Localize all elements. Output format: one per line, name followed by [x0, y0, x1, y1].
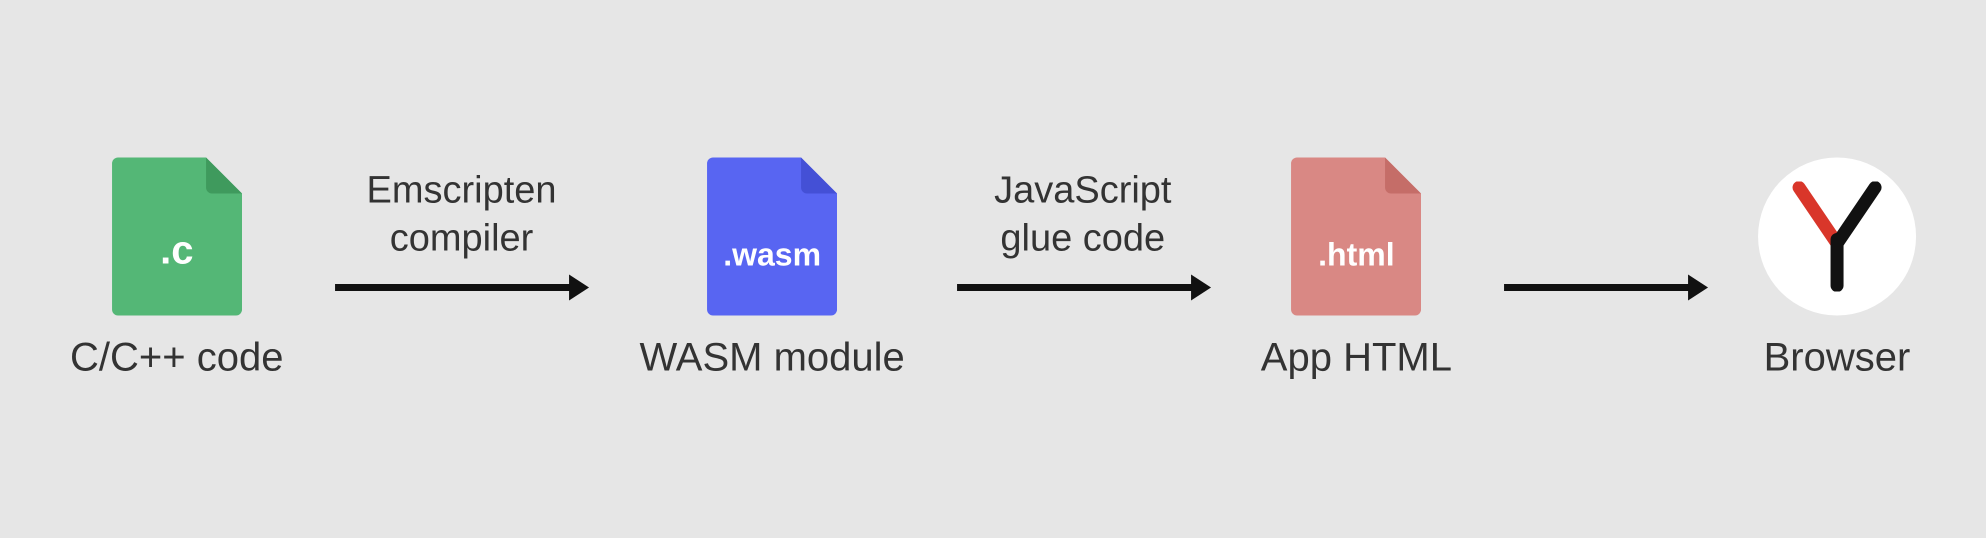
html-caption: App HTML [1261, 336, 1452, 381]
html-file-icon: .html [1291, 158, 1421, 316]
browser-caption: Browser [1764, 336, 1911, 381]
pipeline-flow: .c C/C++ code Emscripten compiler [70, 158, 1916, 381]
arrow-emscripten-label: Emscripten compiler [366, 168, 556, 263]
node-c-source: .c C/C++ code [70, 158, 283, 381]
arrow-glue-label: JavaScript glue code [994, 168, 1171, 263]
wasm-caption: WASM module [640, 336, 905, 381]
node-browser: Browser [1758, 158, 1916, 381]
wasm-file-extension: .wasm [723, 237, 821, 274]
node-wasm-module: .wasm WASM module [640, 158, 905, 381]
arrow-right-icon [953, 273, 1213, 303]
arrow-glue: JavaScript glue code [953, 168, 1213, 371]
arrow-right-icon [1500, 273, 1710, 303]
c-caption: C/C++ code [70, 336, 283, 381]
arrow-right-icon [332, 273, 592, 303]
c-file-icon: .c [112, 158, 242, 316]
yandex-browser-icon [1758, 158, 1916, 316]
wasm-file-icon: .wasm [707, 158, 837, 316]
html-file-extension: .html [1318, 237, 1394, 274]
arrow-to-browser: -- [1500, 168, 1710, 371]
node-app-html: .html App HTML [1261, 158, 1452, 381]
diagram-canvas: .c C/C++ code Emscripten compiler [0, 0, 1986, 538]
arrow-emscripten: Emscripten compiler [332, 168, 592, 371]
c-file-extension: .c [160, 229, 193, 274]
